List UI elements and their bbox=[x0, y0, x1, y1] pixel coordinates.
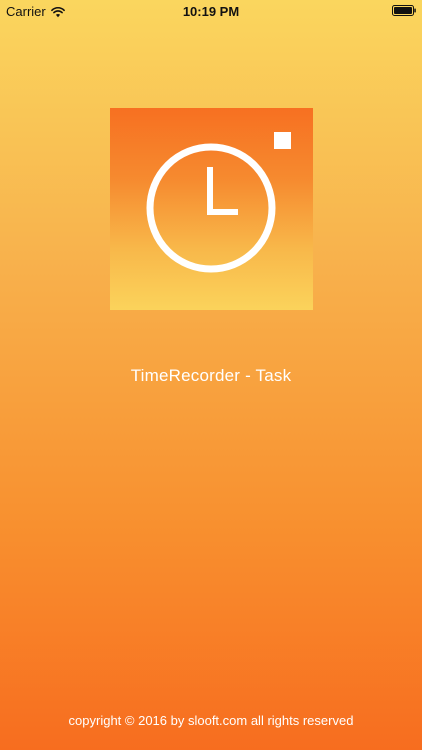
battery-icon bbox=[392, 5, 416, 16]
status-bar: Carrier 10:19 PM bbox=[0, 0, 422, 22]
app-title: TimeRecorder - Task bbox=[130, 366, 292, 385]
splash-screen: Carrier 10:19 PM TimeRecorder - Task cop… bbox=[0, 0, 422, 750]
status-time: 10:19 PM bbox=[182, 4, 240, 19]
copyright-text: copyright © 2016 by slooft.com all right… bbox=[68, 713, 354, 728]
app-logo bbox=[110, 108, 313, 310]
logo-square-mark bbox=[274, 132, 291, 149]
